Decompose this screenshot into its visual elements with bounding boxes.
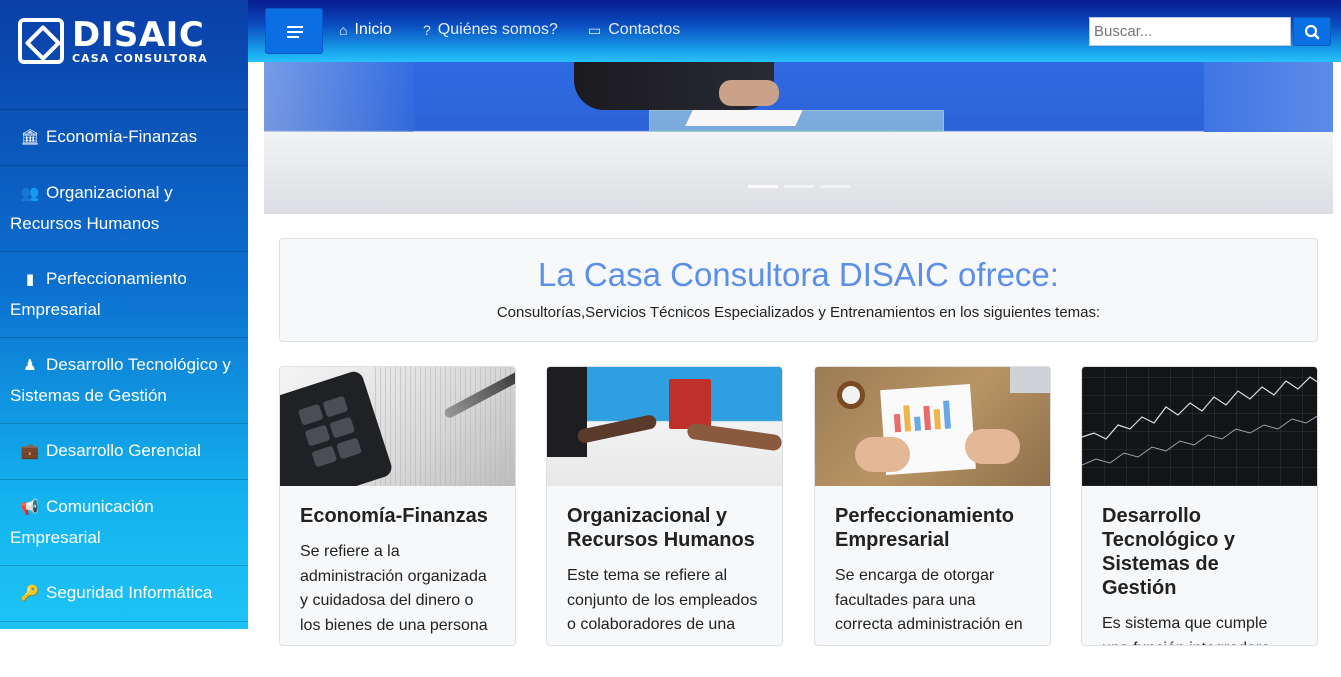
sidebar-item-label: Desarrollo Tecnológico y Sistemas de Ges… — [10, 355, 231, 405]
sidebar-item-comunicacion[interactable]: 📢 Comunicación Empresarial — [0, 479, 248, 565]
chart-desk-image — [815, 367, 1050, 486]
nav-link-quienes-somos[interactable]: ? Quiénes somos? — [423, 21, 558, 39]
sidebar-item-organizacional[interactable]: 👥 Organizacional y Recursos Humanos — [0, 165, 248, 251]
server-icon: ▤ — [22, 641, 38, 658]
nav-link-label: Quiénes somos? — [437, 21, 558, 38]
hero-paper-image — [685, 110, 803, 126]
sidebar-item-label: Seguridad Informática — [46, 583, 213, 602]
sidebar-item-perfeccionamiento[interactable]: ▮ Perfeccionamiento Empresarial — [0, 251, 248, 337]
hero-carousel — [264, 62, 1333, 214]
card-text: Este tema se refiere al conjunto de los … — [567, 567, 758, 633]
home-icon: ⌂ — [339, 22, 348, 38]
menu-bar-icon — [287, 36, 299, 38]
nav-link-contactos[interactable]: ▭ Contactos — [588, 21, 680, 39]
hand-shape — [965, 429, 1020, 464]
brand-text: DISAIC CASA CONSULTORA — [72, 18, 208, 64]
briefcase-icon: 💼 — [20, 443, 40, 460]
menu-bar-icon — [287, 26, 303, 28]
calculator-key — [311, 445, 338, 468]
carousel-indicators — [748, 185, 850, 188]
card-title: Perfeccionamiento Empresarial — [835, 505, 1014, 551]
calculator-key — [336, 437, 362, 460]
card-text: Es sistema que cumple una función integr… — [1102, 615, 1270, 645]
search-icon — [1304, 24, 1320, 40]
calculator-image — [280, 367, 515, 486]
sidebar-toggle-button[interactable] — [265, 8, 323, 54]
card-body: Perfeccionamiento Empresarial Se encarga… — [815, 486, 1050, 638]
search-button[interactable] — [1293, 17, 1331, 46]
report-bar — [893, 413, 902, 433]
question-circle-icon: ? — [423, 22, 431, 38]
address-card-icon: ▭ — [588, 21, 602, 38]
menu-bar-icon — [287, 31, 303, 33]
sidebar-item-desarrollo-tecnologico[interactable]: ♟ Desarrollo Tecnológico y Sistemas de Ge… — [0, 337, 248, 423]
card-title: Desarrollo Tecnológico y Sistemas de Ges… — [1102, 505, 1235, 599]
intro-title: La Casa Consultora DISAIC ofrece: — [538, 256, 1059, 293]
sidebar: DISAIC CASA CONSULTORA 🏛 Economía-Finanza… — [0, 0, 248, 658]
nav-link-label: Contactos — [608, 21, 681, 38]
hero-desk-image — [264, 132, 1333, 214]
card-text: Se encarga de otorgar facultades para un… — [835, 567, 1023, 633]
folder-shape — [669, 379, 711, 429]
report-bar — [933, 409, 942, 430]
person-shape — [547, 367, 587, 457]
building-icon: ▮ — [25, 271, 35, 288]
hero-hand-image — [719, 80, 779, 106]
report-bar — [923, 405, 932, 431]
report-bar — [943, 400, 951, 429]
service-card-perfeccionamiento[interactable]: Perfeccionamiento Empresarial Se encarga… — [814, 366, 1051, 646]
logo-mark-icon — [18, 18, 64, 64]
intro-box: La Casa Consultora DISAIC ofrece: Consul… — [279, 238, 1318, 342]
card-title: Organizacional y Recursos Humanos — [567, 505, 755, 551]
calculator-key — [297, 403, 324, 426]
service-card-economia[interactable]: Economía-Finanzas Se refiere a la admini… — [279, 366, 516, 646]
carousel-indicator[interactable] — [784, 185, 814, 188]
report-bar — [914, 416, 922, 431]
carousel-indicator[interactable] — [820, 185, 850, 188]
service-card-desarrollo-tecnologico[interactable]: Desarrollo Tecnológico y Sistemas de Ges… — [1081, 366, 1318, 646]
sidebar-item-label: Desarrollo Gerencial — [46, 441, 201, 460]
report-bar — [903, 405, 912, 432]
nav-link-inicio[interactable]: ⌂ Inicio — [339, 21, 392, 39]
calculator-key — [304, 424, 331, 447]
users-icon: 👥 — [20, 185, 40, 202]
brand-subtitle: CASA CONSULTORA — [72, 52, 208, 65]
nav-link-label: Inicio — [354, 21, 392, 38]
hand-shape — [855, 437, 910, 472]
stock-line-image — [1082, 376, 1317, 466]
sidebar-item-economia-finanzas[interactable]: 🏛 Economía-Finanzas — [0, 109, 248, 165]
meeting-image — [547, 367, 782, 486]
top-navbar: ⌂ Inicio ? Quiénes somos? ▭ Contactos — [248, 0, 1341, 62]
arm-shape — [686, 422, 782, 452]
card-body: Economía-Finanzas Se refiere a la admini… — [280, 486, 515, 638]
key-icon: 🔑 — [20, 585, 40, 602]
hero-background — [1204, 62, 1333, 132]
calculator-key — [322, 395, 349, 418]
bank-icon: 🏛 — [20, 129, 40, 146]
user-tie-icon: ♟ — [23, 357, 37, 374]
sidebar-item-label: Informática — [46, 639, 131, 658]
sidebar-item-seguridad[interactable]: 🔑 Seguridad Informática — [0, 565, 248, 621]
sidebar-item-label: Economía-Finanzas — [46, 127, 198, 146]
card-body: Desarrollo Tecnológico y Sistemas de Ges… — [1082, 486, 1317, 645]
arm-shape — [576, 413, 658, 445]
card-text: Se refiere a la administración organizad… — [300, 543, 488, 634]
card-title: Economía-Finanzas — [300, 505, 488, 527]
brand-logo[interactable]: DISAIC CASA CONSULTORA — [18, 16, 233, 66]
brand-title: DISAIC — [72, 15, 205, 55]
sidebar-item-desarrollo-gerencial[interactable]: 💼 Desarrollo Gerencial — [0, 423, 248, 479]
search-input[interactable] — [1089, 17, 1291, 46]
calculator-key — [329, 416, 356, 439]
card-body: Organizacional y Recursos Humanos Este t… — [547, 486, 782, 638]
hero-background — [264, 62, 414, 132]
service-card-organizacional[interactable]: Organizacional y Recursos Humanos Este t… — [546, 366, 783, 646]
sidebar-menu: 🏛 Economía-Finanzas 👥 Organizacional y Rec… — [0, 109, 248, 677]
coffee-cup-shape — [837, 381, 865, 409]
sidebar-item-informatica[interactable]: ▤ Informática — [0, 621, 248, 677]
laptop-shape — [1010, 367, 1050, 393]
intro-subtitle: Consultorías,Servicios Técnicos Especial… — [496, 304, 1101, 321]
bullhorn-icon: 📢 — [20, 499, 40, 516]
stock-chart-image — [1082, 367, 1317, 486]
carousel-indicator[interactable] — [748, 185, 778, 188]
